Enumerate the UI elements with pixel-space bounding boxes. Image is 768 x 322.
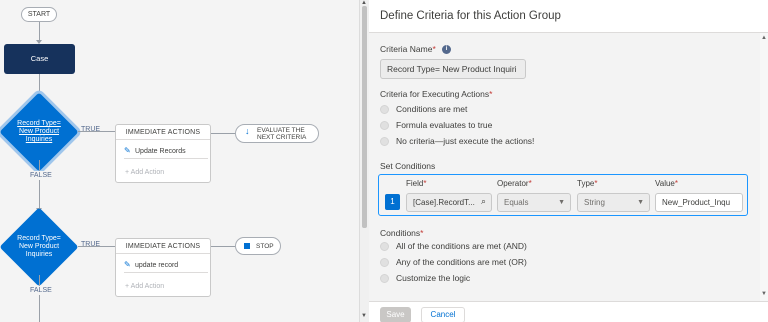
- set-conditions-label: Set Conditions: [380, 161, 436, 171]
- criteria-2-line-1: Record Type=: [17, 235, 61, 242]
- operator-select-value: Equals: [504, 198, 529, 207]
- type-select[interactable]: String ▼: [577, 193, 650, 212]
- edit-pencil-icon: ✎: [124, 146, 131, 155]
- required-marker: *: [420, 228, 424, 238]
- operator-header-text: Operator: [497, 179, 529, 188]
- condition-number-badge: 1: [385, 194, 400, 210]
- immediate-actions-card-2: IMMEDIATE ACTIONS ✎ update record + Add A…: [115, 238, 211, 297]
- required-marker: *: [528, 179, 532, 188]
- panel-body: Criteria Name* i Record Type= New Produc…: [369, 33, 760, 301]
- operator-select[interactable]: Equals ▼: [497, 193, 571, 212]
- radio-label: All of the conditions are met (AND): [396, 241, 527, 251]
- required-marker: *: [489, 89, 493, 99]
- next-criteria-line-1: EVALUATE THE: [257, 127, 305, 134]
- action-item-label: Update Records: [135, 148, 186, 155]
- radio-button[interactable]: [380, 258, 389, 267]
- radio-label: Customize the logic: [396, 273, 471, 283]
- radio-label: Conditions are met: [396, 104, 468, 114]
- type-column-header: Type*: [577, 179, 597, 188]
- value-input[interactable]: New_Product_Inqu: [655, 193, 743, 212]
- add-action-button[interactable]: + Add Action: [125, 169, 164, 176]
- criteria-1-line-1: Record Type=: [17, 120, 61, 127]
- start-node: START: [21, 7, 57, 22]
- scroll-up-icon[interactable]: ▲: [761, 35, 767, 41]
- radio-button[interactable]: [380, 274, 389, 283]
- field-picker-value: [Case].RecordT...: [413, 198, 475, 207]
- search-icon[interactable]: ⌕: [481, 194, 486, 210]
- save-button[interactable]: Save: [380, 307, 411, 322]
- criteria-node-1-label[interactable]: Record Type= New Product Inquiries: [1, 120, 77, 144]
- connector: [211, 246, 235, 247]
- field-column-header: Field*: [406, 179, 426, 188]
- criteria-node-2-label[interactable]: Record Type= New Product Inquiries: [1, 235, 77, 259]
- panel-footer: Save Cancel: [369, 301, 768, 322]
- arrow-down-icon: ↓: [245, 126, 250, 136]
- required-marker: *: [423, 179, 427, 188]
- stop-node[interactable]: STOP: [235, 237, 281, 255]
- radio-button[interactable]: [380, 137, 389, 146]
- conditions-label: Conditions*: [380, 228, 423, 238]
- criteria-1-line-2: New Product: [18, 128, 60, 135]
- criteria-name-input[interactable]: Record Type= New Product Inquiri: [380, 59, 526, 79]
- connector: [211, 133, 235, 134]
- required-marker: *: [674, 179, 678, 188]
- radio-button[interactable]: [380, 121, 389, 130]
- criteria-1-line-3: Inquiries: [25, 136, 53, 143]
- radio-button[interactable]: [380, 105, 389, 114]
- evaluate-next-criteria-node[interactable]: ↓ EVALUATE THE NEXT CRITERIA: [235, 124, 319, 143]
- value-column-header: Value*: [655, 179, 678, 188]
- cancel-button[interactable]: Cancel: [421, 307, 465, 322]
- scroll-down-icon[interactable]: ▼: [761, 291, 767, 297]
- type-header-text: Type: [577, 179, 595, 188]
- criteria-2-line-2: New Product: [18, 243, 60, 250]
- condition-row-1: Field* Operator* Type* Value* 1 [Case].R…: [378, 174, 748, 216]
- required-marker: *: [594, 179, 598, 188]
- scroll-down-icon[interactable]: ▼: [361, 313, 367, 319]
- canvas-scrollbar[interactable]: ▲ ▼: [359, 0, 369, 322]
- actions-header: IMMEDIATE ACTIONS: [116, 239, 210, 254]
- chevron-down-icon: ▼: [558, 199, 565, 206]
- connector: [39, 22, 40, 41]
- radio-label: Any of the conditions are met (OR): [396, 257, 527, 267]
- action-item-update-record[interactable]: ✎ update record: [124, 257, 208, 273]
- add-action-button[interactable]: + Add Action: [125, 283, 164, 290]
- scrollbar-thumb[interactable]: [362, 6, 367, 228]
- criteria-name-label-text: Criteria Name: [380, 44, 433, 54]
- process-canvas: START Case Record Type= New Product Inqu…: [0, 0, 359, 322]
- criteria-panel: Define Criteria for this Action Group Cr…: [369, 0, 768, 322]
- false-branch-label: FALSE: [30, 286, 52, 295]
- true-branch-label: TRUE: [81, 126, 101, 133]
- required-marker: *: [432, 44, 436, 54]
- panel-scrollbar[interactable]: ▲ ▼: [760, 33, 768, 301]
- edit-pencil-icon: ✎: [124, 260, 131, 269]
- field-picker[interactable]: [Case].RecordT... ⌕: [406, 193, 492, 212]
- action-item-update-records[interactable]: ✎ Update Records: [124, 143, 208, 159]
- criteria-name-label: Criteria Name* i: [380, 44, 452, 55]
- field-header-text: Field: [406, 179, 424, 188]
- action-item-label: update record: [135, 262, 179, 269]
- panel-title: Define Criteria for this Action Group: [380, 10, 561, 22]
- value-header-text: Value: [655, 179, 675, 188]
- stop-square-icon: [244, 243, 250, 249]
- actions-header: IMMEDIATE ACTIONS: [116, 125, 210, 140]
- panel-header: Define Criteria for this Action Group: [369, 0, 768, 33]
- radio-label: No criteria—just execute the actions!: [396, 136, 535, 146]
- executing-actions-label-text: Criteria for Executing Actions: [380, 89, 490, 99]
- next-criteria-line-2: NEXT CRITERIA: [257, 134, 307, 141]
- false-branch-label: FALSE: [30, 171, 52, 180]
- conditions-label-text: Conditions: [380, 228, 421, 238]
- criteria-2-line-3: Inquiries: [25, 251, 53, 258]
- immediate-actions-card-1: IMMEDIATE ACTIONS ✎ Update Records + Add …: [115, 124, 211, 183]
- object-node-case[interactable]: Case: [4, 44, 75, 74]
- type-select-value: String: [584, 198, 605, 207]
- info-icon[interactable]: i: [442, 45, 452, 55]
- stop-label: STOP: [256, 243, 274, 250]
- true-branch-label: TRUE: [81, 241, 101, 248]
- chevron-down-icon: ▼: [637, 199, 644, 206]
- executing-actions-label: Criteria for Executing Actions*: [380, 89, 492, 99]
- operator-column-header: Operator*: [497, 179, 532, 188]
- radio-label: Formula evaluates to true: [396, 120, 493, 130]
- connector: [39, 275, 40, 322]
- radio-button[interactable]: [380, 242, 389, 251]
